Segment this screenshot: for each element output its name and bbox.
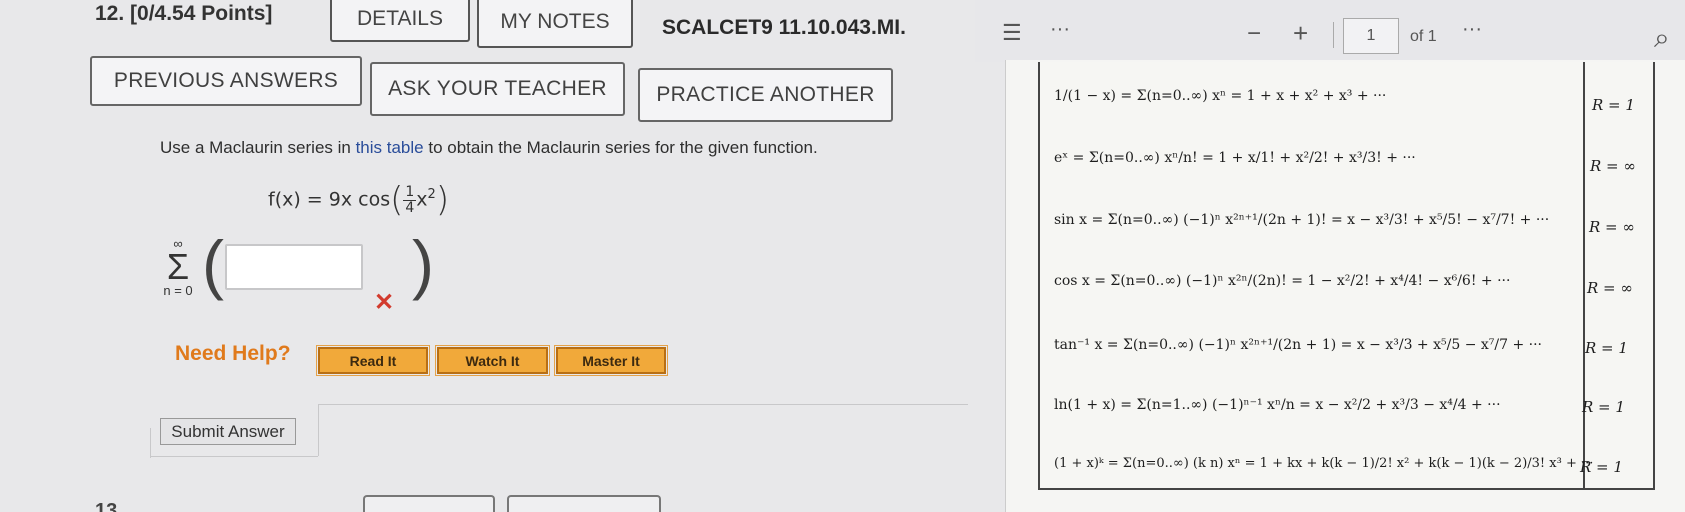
series-formula-exp: eˣ = Σ(n=0..∞) xⁿ/n! = 1 + x/1! + x²/2! … <box>1054 150 1416 166</box>
prompt-text-pre: Use a Maclaurin series in <box>160 138 356 157</box>
submit-answer-button[interactable]: Submit Answer <box>160 418 296 445</box>
series-formula-cos: cos x = Σ(n=0..∞) (−1)ⁿ x²ⁿ/(2n)! = 1 − … <box>1054 273 1511 289</box>
my-notes-tab[interactable]: MY NOTES <box>477 0 633 48</box>
pdf-toolbar <box>975 0 1685 62</box>
zoom-out-button[interactable]: − <box>1247 20 1261 48</box>
master-it-button[interactable]: Master It <box>554 345 668 376</box>
radius-ln: R = 1 <box>1582 398 1625 416</box>
divider-line <box>150 428 151 458</box>
question-points: 12. [0/4.54 Points] <box>95 2 273 25</box>
divider-line <box>318 404 968 405</box>
question-id: SCALCET9 11.10.043.MI. <box>662 16 906 39</box>
need-help-label: Need Help? <box>175 342 291 365</box>
left-paren: ( <box>390 180 404 220</box>
more-options-icon[interactable]: ··· <box>1462 18 1482 41</box>
table-column-divider <box>1583 62 1585 488</box>
page-total: of 1 <box>1410 28 1437 45</box>
read-it-button[interactable]: Read It <box>316 345 430 376</box>
ask-teacher-button[interactable]: ASK YOUR TEACHER <box>370 62 625 116</box>
incorrect-x-icon: ✕ <box>374 289 395 316</box>
radius-binomial: R = 1 <box>1580 458 1623 476</box>
fraction-denominator: 4 <box>405 199 415 216</box>
function-tail: x <box>416 188 428 211</box>
more-options-icon[interactable]: ··· <box>1050 18 1070 41</box>
function-exponent: 2 <box>427 187 436 203</box>
series-formula-sin: sin x = Σ(n=0..∞) (−1)ⁿ x²ⁿ⁺¹/(2n + 1)! … <box>1054 212 1550 228</box>
practice-another-button[interactable]: PRACTICE ANOTHER <box>638 68 893 122</box>
summation: ∞ Σ n = 0 <box>158 236 198 298</box>
series-formula-geometric: 1/(1 − x) = Σ(n=0..∞) xⁿ = 1 + x + x² + … <box>1054 88 1387 104</box>
answer-right-paren: ) <box>412 227 434 301</box>
prompt-text-post: to obtain the Maclaurin series for the g… <box>423 138 818 157</box>
radius-geometric: R = 1 <box>1592 96 1635 114</box>
divider-line <box>150 456 318 457</box>
search-icon[interactable]: ⌕ <box>1654 22 1670 55</box>
radius-sin: R = ∞ <box>1589 218 1635 236</box>
zoom-in-button[interactable]: + <box>1293 18 1308 49</box>
divider-line <box>318 404 319 456</box>
series-formula-binomial: (1 + x)ᵏ = Σ(n=0..∞) (k n) xⁿ = 1 + kx +… <box>1054 456 1594 471</box>
outline-list-icon[interactable]: ☰ <box>1002 20 1022 46</box>
page-number-input[interactable]: 1 <box>1343 18 1399 54</box>
details-tab[interactable]: DETAILS <box>330 0 470 42</box>
series-formula-ln: ln(1 + x) = Σ(n=1..∞) (−1)ⁿ⁻¹ xⁿ/n = x −… <box>1054 397 1501 413</box>
series-answer-input[interactable] <box>225 244 363 290</box>
right-paren: ) <box>435 180 450 220</box>
watch-it-button[interactable]: Watch It <box>435 345 550 376</box>
radius-cos: R = ∞ <box>1587 279 1633 297</box>
question-prompt: Use a Maclaurin series in this table to … <box>160 138 818 158</box>
series-table-link[interactable]: this table <box>356 138 424 157</box>
previous-answers-button[interactable]: PREVIOUS ANSWERS <box>90 56 362 106</box>
answer-left-paren: ( <box>202 227 224 301</box>
series-formula-arctan: tan⁻¹ x = Σ(n=0..∞) (−1)ⁿ x²ⁿ⁺¹/(2n + 1)… <box>1054 337 1542 353</box>
toolbar-separator <box>1333 22 1334 48</box>
sigma-symbol: Σ <box>166 246 190 287</box>
next-question-tab[interactable] <box>507 495 661 512</box>
function-expression: f(x) = 9x cos(1 4 x2) <box>268 180 449 220</box>
function-lhs: f(x) = 9x cos <box>268 188 391 211</box>
radius-exp: R = ∞ <box>1590 157 1636 175</box>
next-question-tab[interactable] <box>363 495 495 512</box>
sum-lower-limit: n = 0 <box>163 283 193 298</box>
next-question-number: 13. <box>95 500 123 512</box>
fraction-numerator: 1 <box>403 183 417 201</box>
radius-arctan: R = 1 <box>1585 339 1628 357</box>
function-fraction: 14 <box>403 183 417 216</box>
